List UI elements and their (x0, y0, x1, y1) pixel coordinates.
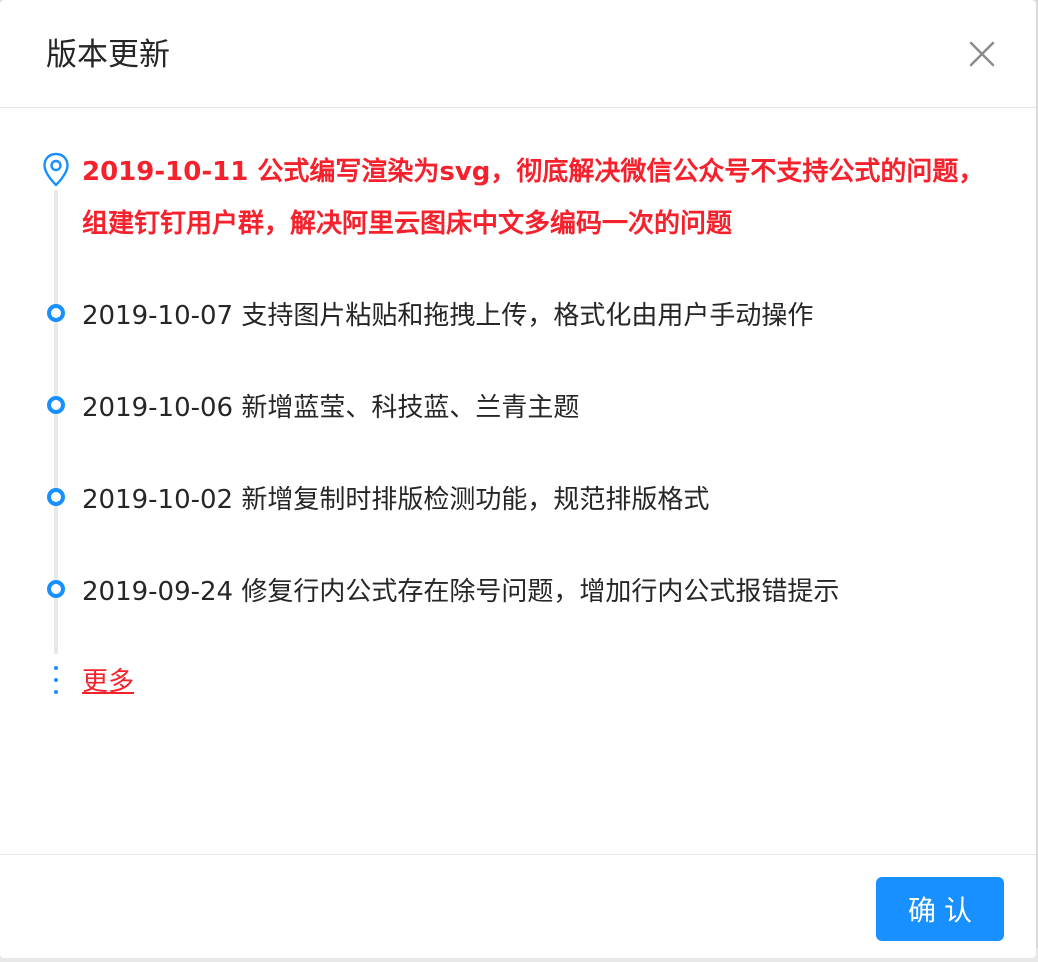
close-button[interactable] (968, 40, 996, 68)
timeline-item-text: 2019-10-02 新增复制时排版检测功能，规范排版格式 (82, 485, 710, 515)
dot-icon (47, 396, 65, 414)
timeline-item-text: 2019-10-07 支持图片粘贴和拖拽上传，格式化由用户手动操作 (82, 301, 814, 331)
dot-icon (47, 580, 65, 598)
version-update-dialog: 版本更新 2019-10-11 公式编写渲染为svg，彻底解决微信公众号不支持公… (0, 0, 1036, 958)
dialog-footer: 确认 (0, 854, 1036, 958)
timeline-item-text: 2019-10-06 新增蓝莹、科技蓝、兰青主题 (82, 393, 580, 423)
confirm-button[interactable]: 确认 (876, 877, 1004, 941)
location-pin-icon (43, 152, 69, 187)
dot-icon (47, 488, 65, 506)
dialog-title: 版本更新 (46, 37, 170, 73)
timeline-item-text: 2019-10-11 公式编写渲染为svg，彻底解决微信公众号不支持公式的问题，… (82, 157, 985, 239)
more-link[interactable]: 更多 (82, 660, 134, 704)
more-dots-icon (54, 666, 58, 700)
timeline-item-text: 2019-09-24 修复行内公式存在除号问题，增加行内公式报错提示 (82, 577, 840, 607)
dialog-header: 版本更新 (0, 0, 1036, 108)
dot-icon (47, 304, 65, 322)
close-icon (969, 41, 995, 67)
